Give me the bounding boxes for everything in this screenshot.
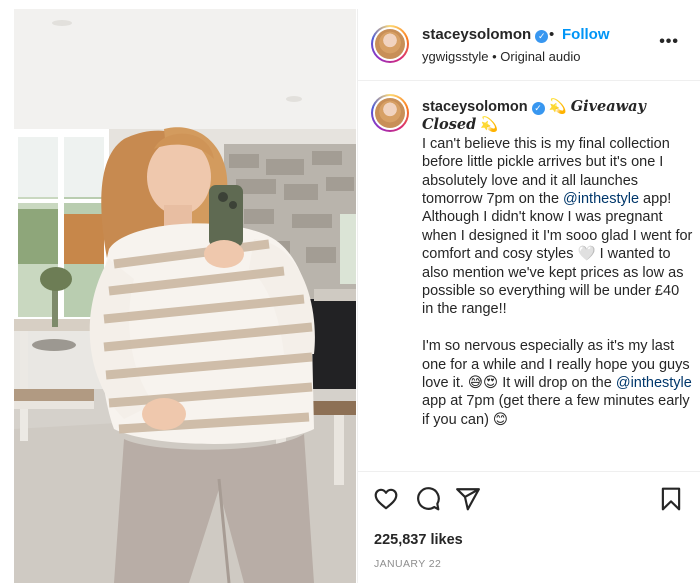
verified-badge-icon: ✓ — [535, 30, 549, 43]
post-caption: staceysolomon ✓ 💫 Giveaway Closed 💫 I can… — [422, 98, 694, 429]
audio-line: ygwigsstyle • Original audio — [422, 49, 580, 64]
likes-count[interactable]: 225,837 likes — [374, 532, 463, 548]
heart-icon[interactable] — [373, 486, 399, 512]
follow-button[interactable]: Follow — [562, 26, 610, 43]
caption-avatar[interactable] — [371, 94, 409, 132]
more-options-icon[interactable]: ••• — [659, 34, 679, 50]
post-date[interactable]: JANUARY 22 — [374, 558, 441, 570]
mention-link[interactable]: @inthestyle — [616, 375, 692, 391]
star-emoji: 💫 — [548, 99, 567, 115]
audio-separator: • — [488, 49, 501, 64]
caption-text: app! Although I didn't know I was pregna… — [422, 191, 693, 318]
star-emoji: 💫 — [480, 117, 499, 134]
caption-text: app at 7pm (get there a few minutes earl… — [422, 393, 690, 428]
post-actions: 225,837 likes JANUARY 22 — [358, 471, 700, 583]
comment-icon[interactable] — [415, 486, 441, 512]
audio-username[interactable]: ygwigsstyle — [422, 49, 488, 64]
post-media[interactable] — [14, 9, 356, 583]
caption-username[interactable]: staceysolomon — [422, 99, 528, 115]
post-header: staceysolomon ✓ • Follow ygwigsstyle • Or… — [358, 9, 700, 81]
header-separator: • — [549, 26, 555, 43]
share-icon[interactable] — [455, 486, 481, 512]
post-side-panel: staceysolomon ✓ • Follow ygwigsstyle • Or… — [357, 9, 700, 583]
author-username[interactable]: staceysolomon ✓ — [422, 26, 549, 43]
caption-paragraph-2: I'm so nervous especially as it's my las… — [422, 337, 694, 429]
original-audio-link[interactable]: Original audio — [500, 49, 580, 64]
caption-paragraph-1: I can't believe this is my final collect… — [422, 135, 694, 319]
verified-badge-icon: ✓ — [531, 102, 545, 115]
mirror-selfie-image — [14, 9, 356, 583]
mention-link[interactable]: @inthestyle — [563, 191, 639, 207]
bookmark-icon[interactable] — [658, 486, 684, 512]
author-avatar[interactable] — [371, 25, 409, 63]
username-text[interactable]: staceysolomon — [422, 26, 531, 43]
